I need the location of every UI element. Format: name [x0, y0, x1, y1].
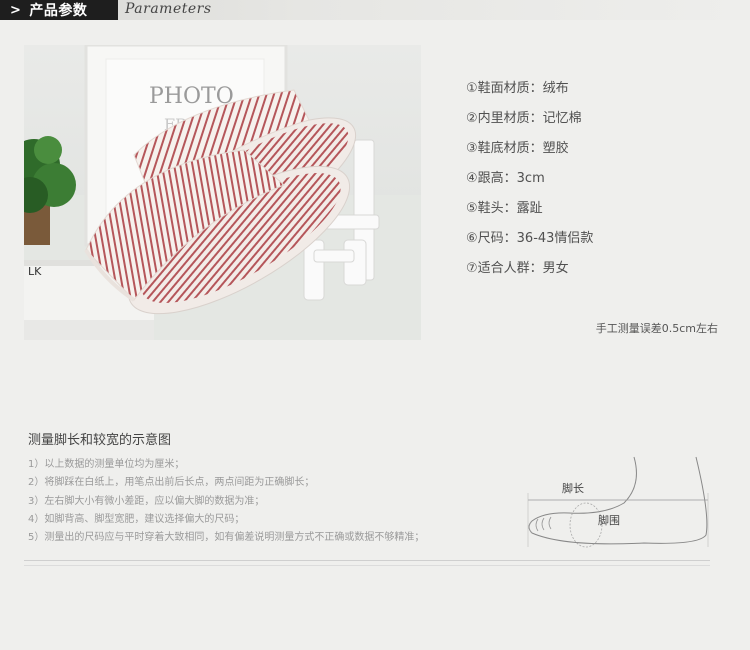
measurement-error-note: 手工测量误差0.5cm左右 — [595, 322, 718, 335]
product-photo: PHOTO FRAME LK — [24, 45, 421, 340]
book-text: LK — [28, 265, 42, 278]
spec-list: ①鞋面材质：绒布 ②内里材质：记忆棉 ③鞋底材质：塑胶 ④跟高：3cm ⑤鞋头：… — [466, 80, 593, 290]
spec-item: ②内里材质：记忆棉 — [466, 111, 582, 126]
spec-item: ④跟高：3cm — [466, 171, 545, 186]
spec-item: ①鞋面材质：绒布 — [466, 81, 569, 96]
measure-step: 2）将脚踩在白纸上，用笔点出前后长点，两点间距为正确脚长； — [28, 477, 315, 489]
foot-length-label: 脚长 — [562, 481, 584, 495]
chevron-right-icon: > — [10, 2, 22, 18]
frame-text-1: PHOTO — [149, 84, 234, 109]
measure-step: 4）如脚背高、脚型宽肥，建议选择偏大的尺码； — [28, 513, 245, 525]
divider — [24, 560, 710, 566]
spec-item: ③鞋底材质：塑胶 — [466, 141, 569, 156]
section-title: 产品参数 — [29, 3, 88, 19]
measure-title: 测量脚长和较宽的示意图 — [28, 433, 172, 448]
slippers-illustration: PHOTO FRAME LK — [24, 45, 421, 340]
foot-measure-diagram: 脚长 脚围 — [527, 456, 709, 548]
section-title-en: Parameters — [125, 1, 212, 17]
measure-steps: 1）以上数据的测量单位均为厘米； 2）将脚踩在白纸上，用笔点出前后长点，两点间距… — [28, 458, 424, 549]
section-header-tag: > 产品参数 — [0, 0, 118, 20]
spec-item: ⑦适合人群：男女 — [466, 261, 569, 276]
spec-item: ⑤鞋头：露趾 — [466, 201, 543, 216]
spec-item: ⑥尺码：36-43情侣款 — [466, 231, 594, 246]
measure-step: 1）以上数据的测量单位均为厘米； — [28, 459, 185, 470]
measure-step: 5）测量出的尺码应与平时穿着大致相同，如有偏差说明测量方式不正确或数据不够精准； — [28, 532, 425, 544]
measure-step: 3）左右脚大小有微小差距，应以偏大脚的数据为准； — [28, 495, 265, 507]
foot-girth-label: 脚围 — [598, 513, 620, 527]
